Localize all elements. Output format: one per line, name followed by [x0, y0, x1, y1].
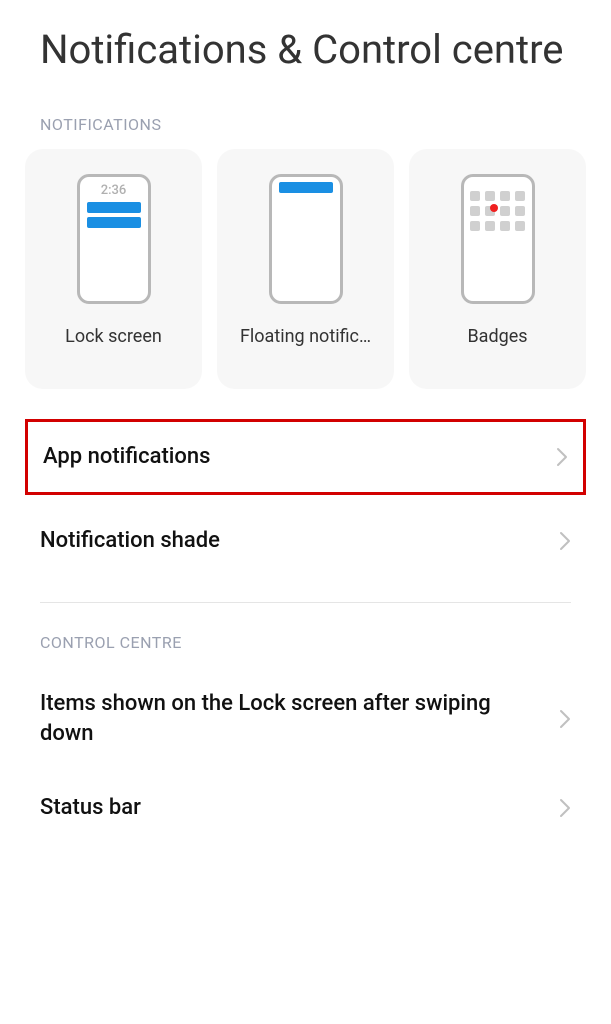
lock-screen-mockup-icon: 2:36 [77, 174, 151, 304]
mockup-time: 2:36 [80, 183, 148, 198]
chevron-right-icon [556, 447, 568, 467]
row-app-notifications[interactable]: App notifications [28, 422, 583, 492]
section-divider [40, 602, 571, 603]
card-floating-notifications[interactable]: Floating notific… [217, 149, 394, 389]
badges-mockup-icon [461, 174, 535, 304]
row-label: Status bar [40, 793, 156, 823]
badge-dot-icon [490, 204, 498, 212]
settings-page: Notifications & Control centre NOTIFICAT… [0, 0, 611, 844]
row-label: App notifications [43, 442, 225, 472]
chevron-right-icon [559, 798, 571, 818]
row-label: Notification shade [40, 526, 235, 556]
card-lock-screen[interactable]: 2:36 Lock screen [25, 149, 202, 389]
mockup-notification-bar [87, 202, 141, 213]
row-status-bar[interactable]: Status bar [0, 771, 611, 845]
chevron-right-icon [559, 709, 571, 729]
row-items-lock-screen[interactable]: Items shown on the Lock screen after swi… [0, 667, 611, 770]
row-notification-shade[interactable]: Notification shade [0, 498, 611, 578]
notification-cards-row: 2:36 Lock screen Floating notific… Badge… [0, 149, 611, 389]
highlight-annotation: App notifications [25, 419, 586, 495]
badge-grid [464, 177, 532, 231]
page-title: Notifications & Control centre [0, 0, 611, 95]
mockup-floating-bar [279, 182, 333, 193]
chevron-right-icon [559, 531, 571, 551]
section-header-control-centre: CONTROL CENTRE [0, 613, 611, 667]
card-label: Badges [467, 326, 527, 347]
floating-mockup-icon [269, 174, 343, 304]
card-label: Lock screen [65, 326, 162, 347]
card-badges[interactable]: Badges [409, 149, 586, 389]
section-header-notifications: NOTIFICATIONS [0, 95, 611, 149]
row-label: Items shown on the Lock screen after swi… [40, 689, 559, 748]
mockup-notification-bar [87, 217, 141, 228]
card-label: Floating notific… [240, 326, 371, 347]
